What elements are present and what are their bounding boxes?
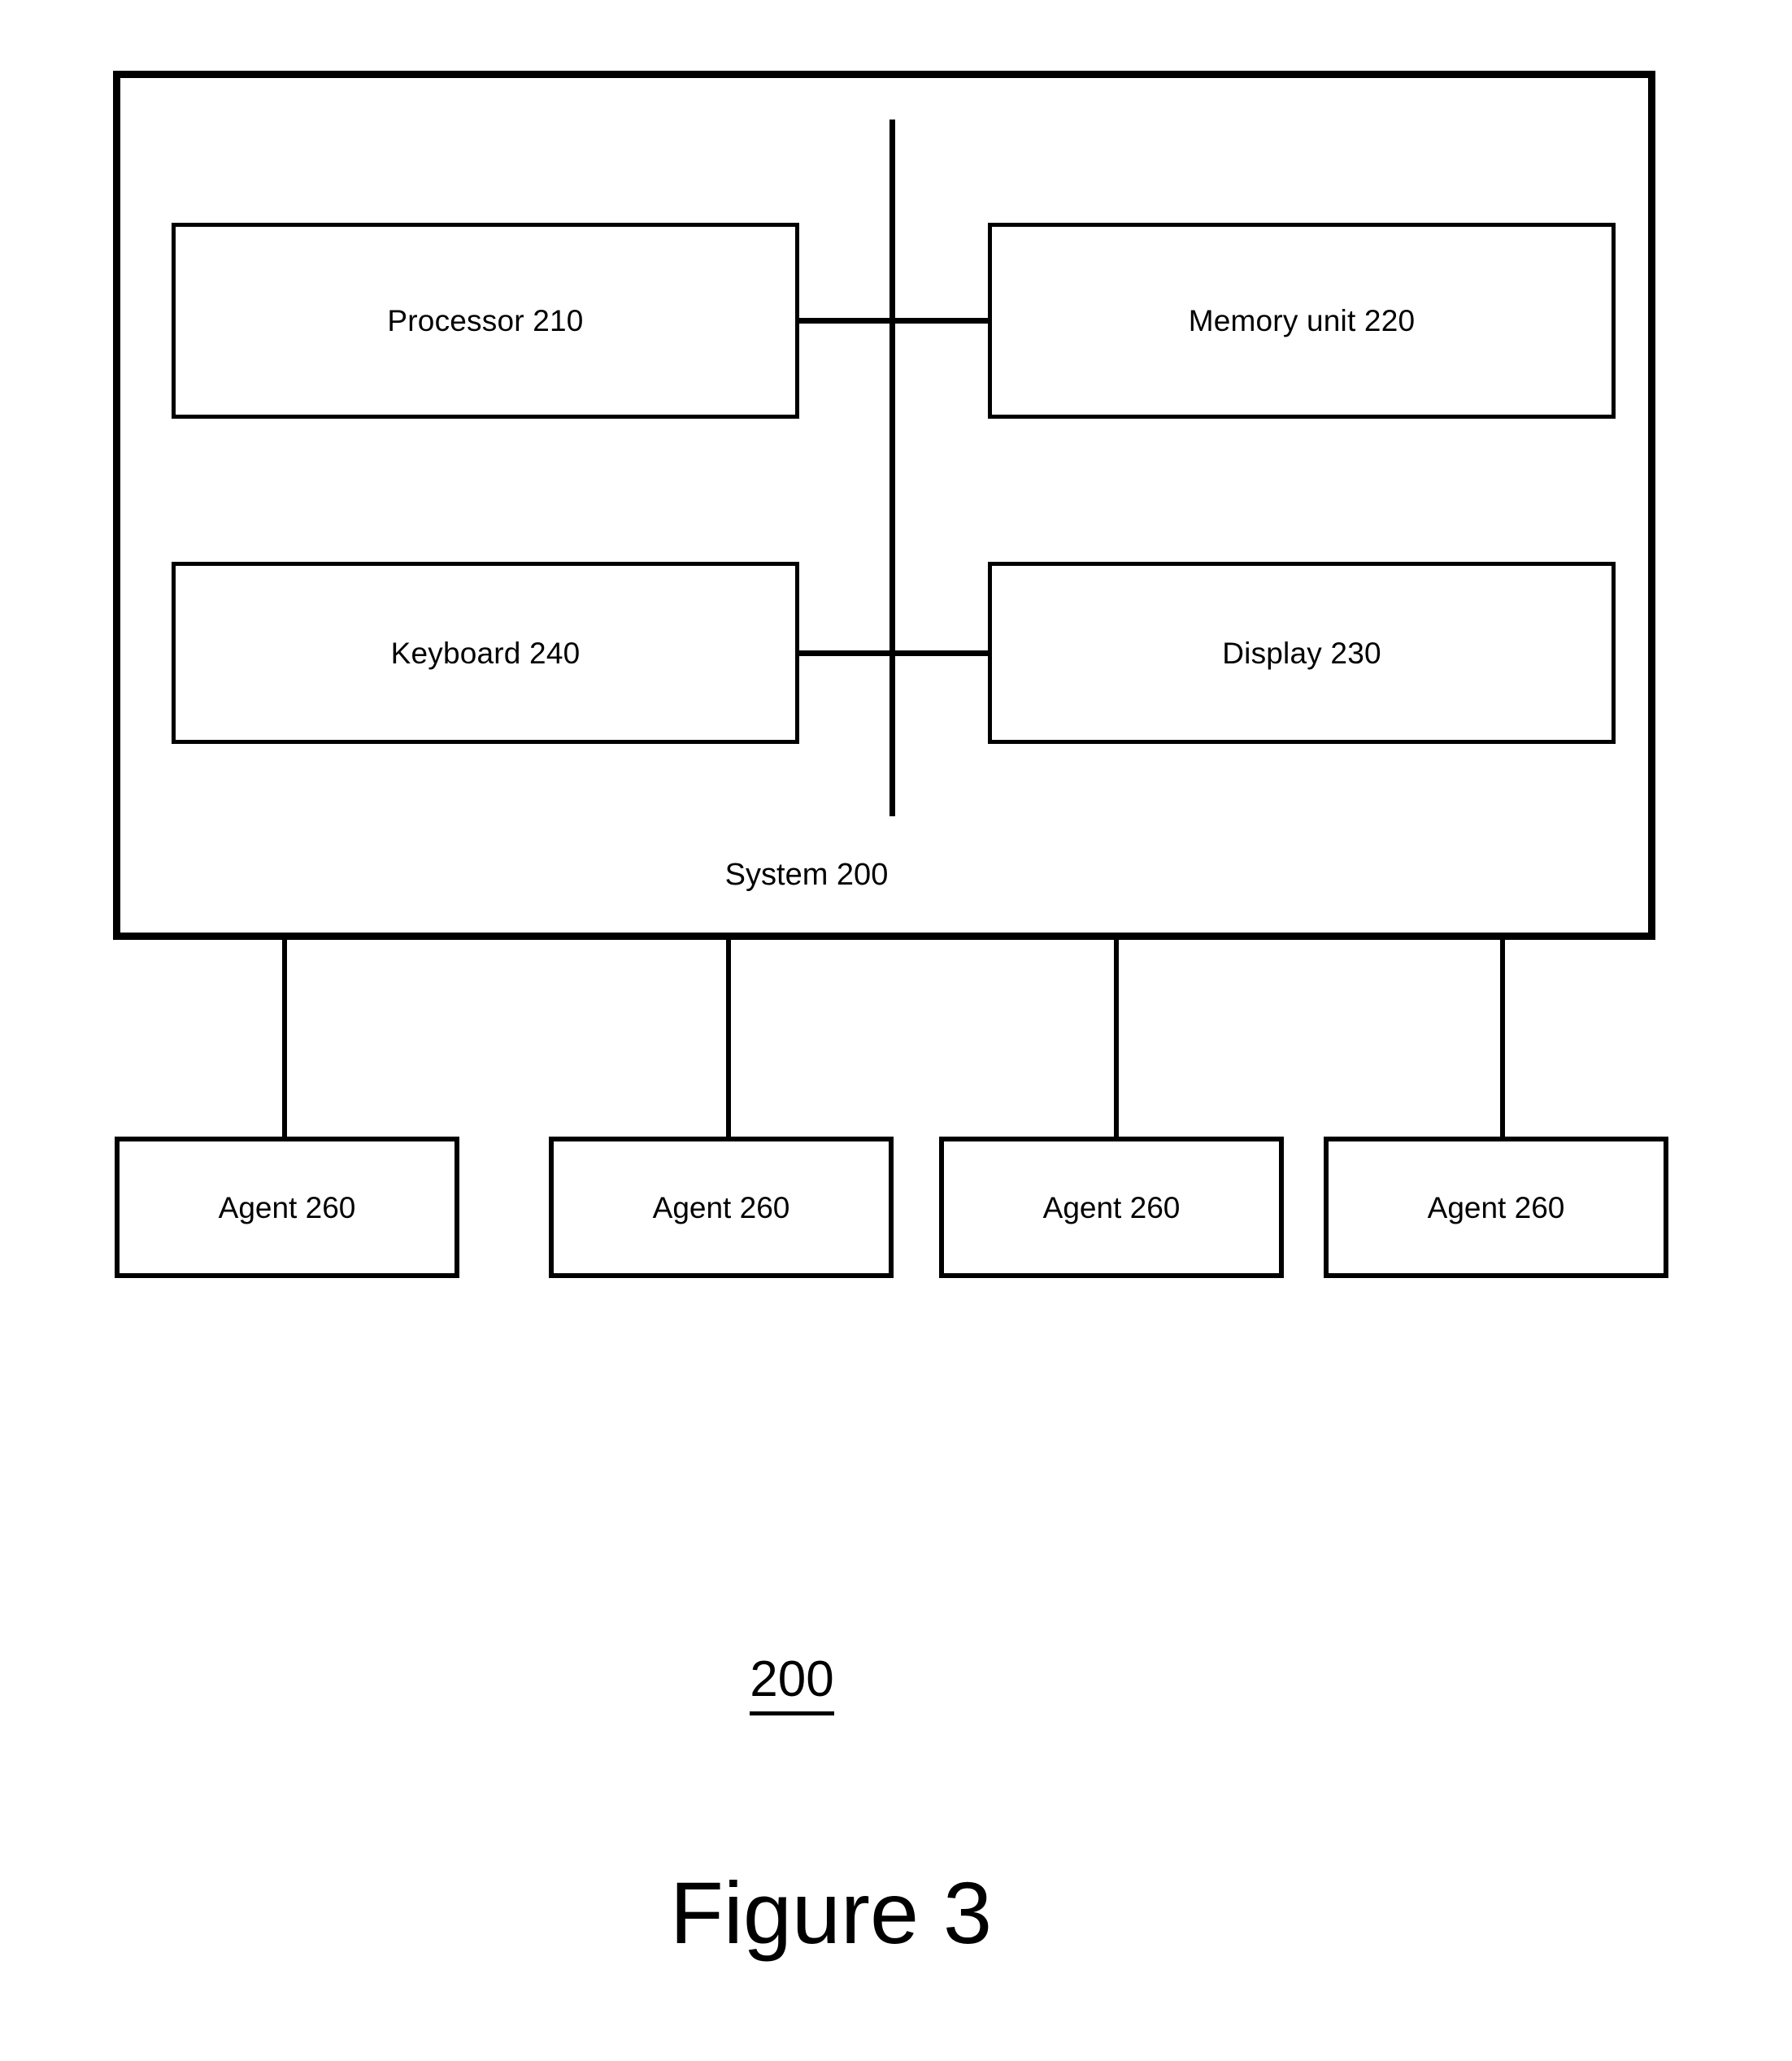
processor-box: Processor 210: [172, 223, 799, 419]
agent-label: Agent 260: [1427, 1190, 1565, 1224]
keyboard-label: Keyboard 240: [390, 636, 581, 670]
figure-reference-numeral: 200: [0, 1650, 1792, 1715]
bus-connector-processor-memory: [795, 318, 991, 324]
figure-reference-numeral-text: 200: [750, 1650, 834, 1715]
system-caption-text: System 200: [724, 858, 889, 892]
agent-connector-line-4: [1500, 940, 1505, 1137]
agent-box: Agent 260: [115, 1137, 459, 1278]
display-box: Display 230: [988, 562, 1616, 744]
agent-connector-line-1: [282, 940, 287, 1137]
display-label: Display 230: [1222, 636, 1381, 670]
bus-connector-keyboard-display: [795, 650, 991, 656]
memory-unit-label: Memory unit 220: [1188, 304, 1416, 337]
agent-label: Agent 260: [218, 1190, 356, 1224]
agent-box: Agent 260: [549, 1137, 894, 1278]
keyboard-box: Keyboard 240: [172, 562, 799, 744]
system-enclosure: Processor 210 Memory unit 220 Keyboard 2…: [113, 71, 1655, 940]
agent-box: Agent 260: [1324, 1137, 1668, 1278]
figure-caption: Figure 3: [0, 1862, 1792, 1963]
processor-label: Processor 210: [387, 304, 584, 337]
agent-label: Agent 260: [652, 1190, 790, 1224]
agent-connector-line-3: [1114, 940, 1119, 1137]
agent-box: Agent 260: [939, 1137, 1284, 1278]
system-bus-vertical-line: [889, 120, 895, 816]
agent-label: Agent 260: [1042, 1190, 1181, 1224]
patent-figure-page: Processor 210 Memory unit 220 Keyboard 2…: [0, 0, 1792, 2061]
figure-caption-text: Figure 3: [669, 1863, 993, 1962]
memory-unit-box: Memory unit 220: [988, 223, 1616, 419]
system-caption: System 200: [0, 858, 1792, 893]
agent-connector-line-2: [726, 940, 731, 1137]
